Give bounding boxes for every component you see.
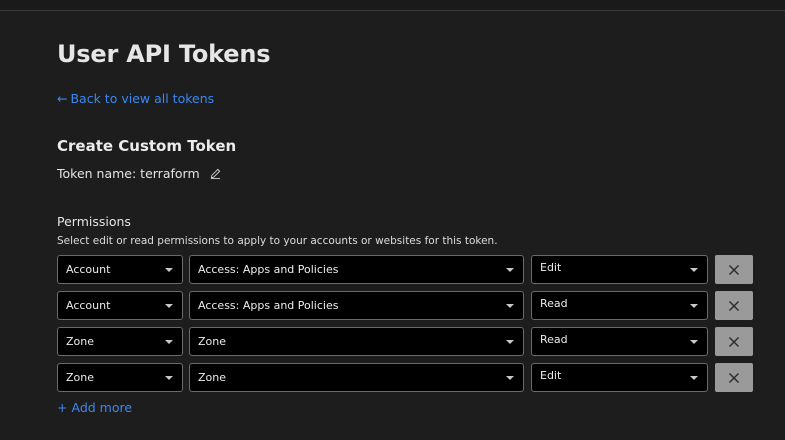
scope-select[interactable]: Zone <box>57 327 183 356</box>
resource-select-value: Zone <box>198 371 227 384</box>
level-select[interactable]: Read <box>531 291 708 320</box>
close-icon <box>729 300 739 311</box>
scope-select[interactable]: Account <box>57 255 183 284</box>
caret-down-icon <box>506 304 514 308</box>
section-title: Create Custom Token <box>57 137 237 155</box>
resource-select-value: Access: Apps and Policies <box>198 299 339 312</box>
caret-down-icon <box>506 268 514 272</box>
remove-row-button[interactable] <box>715 291 753 320</box>
resource-select[interactable]: Zone <box>189 327 524 356</box>
close-icon <box>729 336 739 347</box>
resource-select[interactable]: Access: Apps and Policies <box>189 255 524 284</box>
scope-select-value: Account <box>66 299 111 312</box>
caret-down-icon <box>690 304 698 308</box>
plus-icon: + <box>57 400 68 415</box>
close-icon <box>729 372 739 383</box>
add-more-label: Add more <box>71 400 133 415</box>
level-select[interactable]: Edit <box>531 255 708 284</box>
scope-select-value: Zone <box>66 371 95 384</box>
caret-down-icon <box>165 376 173 380</box>
level-select-value: Edit <box>540 369 562 382</box>
resource-select-value: Access: Apps and Policies <box>198 263 339 276</box>
back-to-tokens-link[interactable]: ← Back to view all tokens <box>57 91 214 106</box>
top-bar <box>0 0 785 11</box>
level-select-value: Read <box>540 297 568 310</box>
caret-down-icon <box>506 376 514 380</box>
caret-down-icon <box>690 340 698 344</box>
scope-select[interactable]: Account <box>57 291 183 320</box>
scope-select-value: Account <box>66 263 111 276</box>
level-select-value: Read <box>540 333 568 346</box>
remove-row-button[interactable] <box>715 363 753 392</box>
level-select[interactable]: Edit <box>531 363 708 392</box>
caret-down-icon <box>506 340 514 344</box>
caret-down-icon <box>165 268 173 272</box>
close-icon <box>729 264 739 275</box>
remove-row-button[interactable] <box>715 327 753 356</box>
resource-select-value: Zone <box>198 335 227 348</box>
caret-down-icon <box>165 340 173 344</box>
caret-down-icon <box>690 268 698 272</box>
remove-row-button[interactable] <box>715 255 753 284</box>
caret-down-icon <box>165 304 173 308</box>
level-select[interactable]: Read <box>531 327 708 356</box>
permissions-description: Select edit or read permissions to apply… <box>57 235 498 247</box>
token-name: Token name: terraform <box>57 166 221 182</box>
scope-select[interactable]: Zone <box>57 363 183 392</box>
arrow-left-icon: ← <box>57 91 68 106</box>
permissions-label: Permissions <box>57 214 131 229</box>
scope-select-value: Zone <box>66 335 95 348</box>
add-more-link[interactable]: + Add more <box>57 400 132 415</box>
resource-select[interactable]: Access: Apps and Policies <box>189 291 524 320</box>
back-link-label: Back to view all tokens <box>70 91 215 106</box>
token-name-label: Token name: terraform <box>57 166 200 181</box>
resource-select[interactable]: Zone <box>189 363 524 392</box>
level-select-value: Edit <box>540 261 562 274</box>
page-title: User API Tokens <box>57 40 271 68</box>
caret-down-icon <box>690 376 698 380</box>
pencil-icon[interactable] <box>210 167 221 182</box>
